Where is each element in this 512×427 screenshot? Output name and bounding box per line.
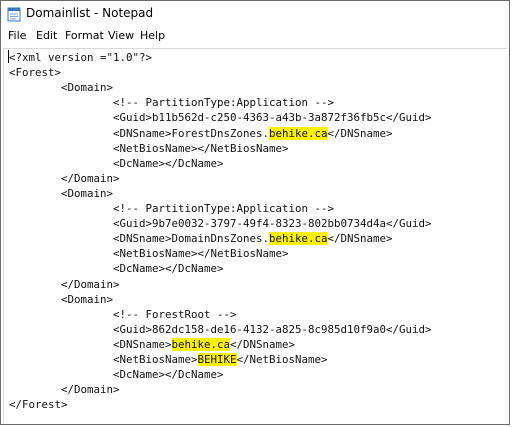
menu-edit[interactable]: Edit	[36, 29, 57, 42]
text-segment: </Domain>	[9, 171, 120, 185]
text-segment: <Domain>	[9, 81, 114, 95]
text-line: <!-- PartitionType:Application -->	[9, 201, 334, 216]
text-line: <DNSname>behike.ca</DNSname>	[9, 337, 295, 352]
text-line: <DNSname>DomainDnsZones.behike.ca</DNSna…	[9, 231, 393, 246]
text-segment: <Domain>	[9, 186, 114, 200]
menu-file[interactable]: File	[8, 29, 26, 42]
text-line: <Forest>	[9, 65, 61, 80]
text-line: <Domain>	[9, 292, 113, 307]
text-segment: <DNSname>	[9, 337, 172, 351]
menu-format[interactable]: Format	[65, 29, 104, 42]
text-line: <?xml version ="1.0"?>	[9, 50, 152, 65]
text-line: </Forest>	[9, 397, 68, 412]
text-line: </Domain>	[9, 171, 120, 186]
text-line: <Domain>	[9, 186, 113, 201]
text-segment: </Domain>	[9, 383, 120, 397]
text-segment: </DNSname>	[230, 337, 296, 351]
text-line: <Guid>b11b562d-c250-4363-a43b-3a872f36fb…	[9, 110, 432, 125]
text-segment: <!-- ForestRoot -->	[9, 307, 237, 321]
highlighted-text: behike.ca	[269, 126, 328, 140]
text-segment: <DNSname>DomainDnsZones.	[9, 232, 270, 246]
text-segment: <NetBiosName></NetBiosName>	[9, 247, 289, 261]
text-segment: </DNSname>	[327, 126, 393, 140]
text-segment: <Guid>862dc158-de16-4132-a825-8c985d10f9…	[9, 322, 432, 336]
window-title: Domainlist - Notepad	[26, 6, 154, 20]
text-segment: </DNSname>	[327, 232, 393, 246]
text-line: <DcName></DcName>	[9, 261, 224, 276]
text-line: <Domain>	[9, 80, 113, 95]
text-line: <DNSname>ForestDnsZones.behike.ca</DNSna…	[9, 126, 393, 141]
highlighted-text: behike.ca	[171, 337, 231, 351]
text-segment: <DcName></DcName>	[9, 156, 224, 170]
text-line: </Domain>	[9, 277, 120, 292]
text-segment: <!-- PartitionType:Application -->	[9, 96, 335, 110]
text-segment: <Guid>b11b562d-c250-4363-a43b-3a872f36fb…	[9, 111, 432, 125]
text-segment: <!-- PartitionType:Application -->	[9, 202, 335, 215]
text-segment: </NetBiosName>	[236, 353, 328, 366]
text-line: <Guid>862dc158-de16-4132-a825-8c985d10f9…	[9, 322, 432, 337]
menu-help[interactable]: Help	[140, 29, 165, 42]
text-segment: </Forest>	[9, 398, 68, 412]
text-line: <NetBiosName></NetBiosName>	[9, 141, 289, 156]
text-segment: <?xml version ="1.0"?>	[9, 51, 153, 64]
menu-view[interactable]: View	[108, 29, 134, 42]
notepad-icon	[7, 7, 21, 22]
text-line: <DcName></DcName>	[9, 156, 224, 171]
text-segment: <Domain>	[9, 292, 114, 306]
text-line: <NetBiosName></NetBiosName>	[9, 246, 289, 261]
text-segment: <DcName></DcName>	[9, 262, 224, 276]
text-line: <Guid>9b7e0032-3797-49f4-8323-802bb0734d…	[9, 216, 432, 231]
text-line: <!-- ForestRoot -->	[9, 307, 237, 322]
highlighted-text: BEHIKE	[197, 353, 237, 366]
text-line: <!-- PartitionType:Application -->	[9, 95, 334, 110]
text-segment: <NetBiosName></NetBiosName>	[9, 141, 289, 155]
text-line: <DcName></DcName>	[9, 367, 224, 382]
text-line: <NetBiosName>BEHIKE</NetBiosName>	[9, 352, 328, 367]
menu-bar: File Edit Format View Help	[1, 28, 509, 48]
text-segment: <DNSname>ForestDnsZones.	[9, 126, 270, 140]
notepad-window: Domainlist - Notepad File Edit Format Vi…	[0, 0, 510, 425]
text-line: </Domain>	[9, 382, 120, 397]
text-segment: <Forest>	[9, 66, 62, 80]
text-editor-area[interactable]: <?xml version ="1.0"?> <Forest> <Domain> …	[3, 48, 507, 423]
text-segment: <NetBiosName>	[9, 353, 198, 366]
title-bar[interactable]: Domainlist - Notepad	[1, 1, 509, 28]
text-segment: <Guid>9b7e0032-3797-49f4-8323-802bb0734d…	[9, 217, 432, 231]
highlighted-text: behike.ca	[269, 232, 328, 246]
text-segment: </Domain>	[9, 277, 120, 291]
text-segment: <DcName></DcName>	[9, 368, 224, 382]
